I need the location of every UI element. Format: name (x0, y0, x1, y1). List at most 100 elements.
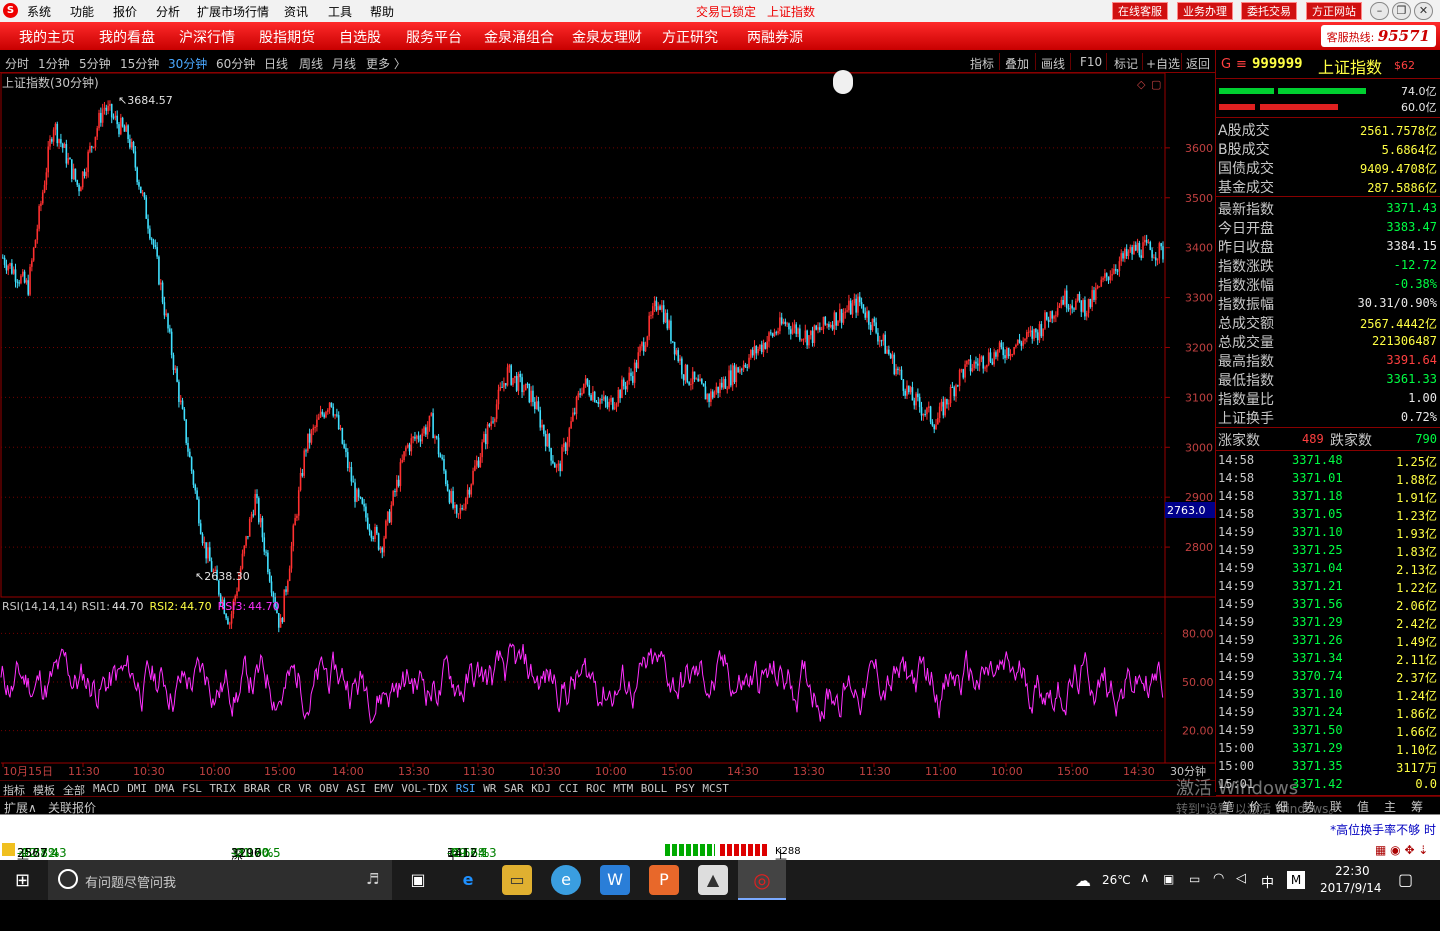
scroll-message[interactable]: *高位换手率不够 时 (1330, 821, 1436, 838)
menu-quote[interactable]: 报价 (113, 3, 137, 20)
ime-indicator[interactable]: 中 (1261, 872, 1274, 891)
tray-app-icon[interactable]: ▣ (1163, 872, 1174, 886)
hotline-banner[interactable]: 客服热线: 95571 (1320, 25, 1436, 47)
tool-add-favorite[interactable]: +自选 (1146, 55, 1180, 72)
ie-icon[interactable]: e (551, 865, 581, 895)
turnover-row: B股成交 5.6864亿 (1218, 139, 1439, 158)
menu-help[interactable]: 帮助 (370, 3, 394, 20)
indicator-tab-dma[interactable]: DMA (155, 782, 175, 795)
indicator-tab-emv[interactable]: EMV (374, 782, 394, 795)
indicator-tab-sar[interactable]: SAR (504, 782, 524, 795)
clock-time[interactable]: 22:30 (1335, 864, 1370, 878)
candle-body (875, 322, 877, 333)
nav-margin[interactable]: 两融券源 (747, 27, 803, 47)
nav-finance[interactable]: 金泉友理财 (572, 27, 642, 47)
nav-favorites[interactable]: 自选股 (339, 27, 381, 47)
business-button[interactable]: 业务办理 (1177, 2, 1233, 20)
indicator-tab-obv[interactable]: OBV (319, 782, 339, 795)
expand-icon[interactable]: ▢ (1151, 78, 1161, 91)
indicator-tab-wr[interactable]: WR (483, 782, 496, 795)
menu-icon[interactable]: ≡ (1236, 57, 1247, 72)
menu-analysis[interactable]: 分析 (156, 3, 180, 20)
indicator-tab-boll[interactable]: BOLL (641, 782, 668, 795)
period-5m[interactable]: 5分钟 (79, 55, 111, 72)
menu-news[interactable]: 资讯 (284, 3, 308, 20)
indicator-tab-asi[interactable]: ASI (346, 782, 366, 795)
menu-system[interactable]: 系统 (27, 3, 51, 20)
tray-chevron-icon[interactable]: ∧ (1140, 871, 1150, 886)
tool-f10[interactable]: F10 (1080, 55, 1102, 69)
taskbar-app-active[interactable]: ◎ (738, 860, 786, 900)
writer-icon[interactable]: W (600, 865, 630, 895)
period-tick[interactable]: 分时 (5, 55, 29, 72)
nav-service[interactable]: 服务平台 (406, 27, 462, 47)
indicator-tab-trix[interactable]: TRIX (209, 782, 236, 795)
period-15m[interactable]: 15分钟 (120, 55, 159, 72)
candle-body (120, 117, 122, 135)
indicator-tab-roc[interactable]: ROC (586, 782, 606, 795)
online-service-button[interactable]: 在线客服 (1112, 2, 1168, 20)
diamond-icon[interactable]: ◇ (1137, 78, 1146, 91)
notification-icon[interactable]: ▢ (1398, 870, 1413, 889)
tool-mark[interactable]: 标记 (1114, 55, 1138, 72)
tool-overlay[interactable]: 叠加 (1005, 55, 1029, 72)
indicator-tab-psy[interactable]: PSY (675, 782, 695, 795)
indicator-tab-brar[interactable]: BRAR (244, 782, 271, 795)
indicator-tab-vr[interactable]: VR (298, 782, 311, 795)
ime-mode-icon[interactable]: M (1287, 871, 1305, 889)
period-week[interactable]: 周线 (299, 55, 323, 72)
panel-tab[interactable]: 主 (1384, 798, 1396, 815)
nav-watch[interactable]: 我的看盘 (99, 27, 155, 47)
indicator-tab-vol-tdx[interactable]: VOL-TDX (401, 782, 447, 795)
candle-body (998, 342, 1001, 350)
volume-icon[interactable]: ◁ (1236, 871, 1246, 886)
minimize-icon[interactable]: – (1370, 2, 1389, 20)
indicator-tab-dmi[interactable]: DMI (127, 782, 147, 795)
candle-body (884, 334, 886, 354)
status-tray-icons[interactable]: ▦ ◉ ✥ ⇣ (1375, 843, 1428, 857)
indicator-tab-rsi[interactable]: RSI (456, 782, 476, 795)
nav-research[interactable]: 方正研究 (662, 27, 718, 47)
indicator-tab-cci[interactable]: CCI (559, 782, 579, 795)
period-1m[interactable]: 1分钟 (38, 55, 70, 72)
nav-home[interactable]: 我的主页 (19, 27, 75, 47)
nav-portfolio[interactable]: 金泉涌组合 (484, 27, 554, 47)
clock-date[interactable]: 2017/9/14 (1320, 881, 1382, 895)
restore-icon[interactable]: ❐ (1392, 2, 1411, 20)
kline-chart[interactable]: 360035003400330032003100300029002800 80.… (0, 73, 1215, 780)
wifi-icon[interactable]: ◠ (1213, 871, 1224, 886)
period-30m[interactable]: 30分钟 (168, 55, 207, 72)
tool-back[interactable]: 返回 (1186, 55, 1210, 72)
store-icon[interactable]: ▣ (403, 865, 433, 895)
explorer-icon[interactable]: ▭ (502, 865, 532, 895)
period-month[interactable]: 月线 (332, 55, 356, 72)
indicator-tab-mtm[interactable]: MTM (613, 782, 633, 795)
presentation-icon[interactable]: P (649, 865, 679, 895)
trade-button[interactable]: 委托交易 (1241, 2, 1297, 20)
indicator-tab-kdj[interactable]: KDJ (531, 782, 551, 795)
edge-icon[interactable]: e (453, 865, 483, 895)
indicator-tab-macd[interactable]: MACD (93, 782, 120, 795)
menu-function[interactable]: 功能 (70, 3, 94, 20)
tool-draw[interactable]: 画线 (1041, 55, 1065, 72)
panel-tab[interactable]: 值 (1357, 798, 1369, 815)
indicator-tab-cr[interactable]: CR (278, 782, 291, 795)
period-60m[interactable]: 60分钟 (216, 55, 255, 72)
panel-tab[interactable]: 筹 (1411, 798, 1423, 815)
menu-tools[interactable]: 工具 (328, 3, 352, 20)
website-button[interactable]: 方正网站 (1306, 2, 1362, 20)
mic-icon[interactable]: ♬ (366, 870, 379, 888)
windows-start-icon[interactable]: ⊞ (15, 870, 30, 891)
cortana-search[interactable]: 有问题尽管问我 ♬ (48, 860, 392, 900)
indicator-tab-fsl[interactable]: FSL (182, 782, 202, 795)
photos-icon[interactable]: ▲ (698, 865, 728, 895)
period-day[interactable]: 日线 (264, 55, 288, 72)
period-more[interactable]: 更多 〉 (366, 55, 406, 72)
close-icon[interactable]: ✕ (1414, 2, 1433, 20)
battery-icon[interactable]: ▭ (1189, 872, 1200, 886)
menu-ext-market[interactable]: 扩展市场行情 (197, 3, 269, 20)
tool-indicator[interactable]: 指标 (970, 55, 994, 72)
nav-market[interactable]: 沪深行情 (179, 27, 235, 47)
nav-futures[interactable]: 股指期货 (259, 27, 315, 47)
indicator-tab-mcst[interactable]: MCST (702, 782, 729, 795)
